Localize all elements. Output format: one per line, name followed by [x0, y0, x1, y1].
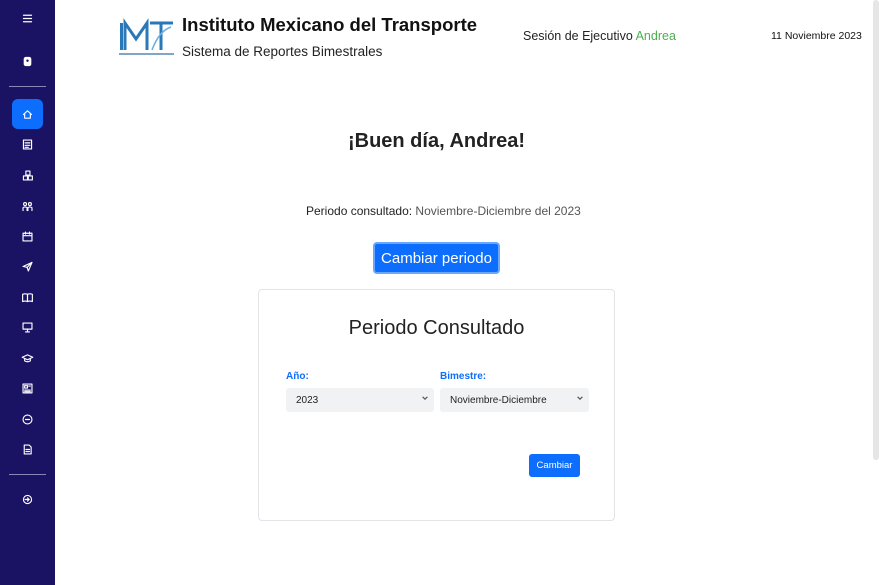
badge-icon[interactable] [12, 48, 43, 74]
current-date: 11 Noviembre 2023 [771, 30, 862, 42]
logout-icon[interactable] [12, 486, 43, 512]
session-user: Andrea [635, 29, 676, 43]
presentation-icon[interactable] [12, 314, 43, 340]
home-icon[interactable] [12, 99, 43, 129]
period-card: Periodo Consultado Año: 2023 Bimestre: N… [258, 289, 615, 521]
change-period-button[interactable]: Cambiar periodo [373, 242, 500, 274]
greeting-text: ¡Buen día, Andrea! [347, 130, 526, 152]
period-value: Noviembre-Diciembre del 2023 [415, 204, 581, 218]
year-label: Año: [286, 371, 309, 382]
system-subtitle: Sistema de Reportes Bimestrales [182, 44, 383, 59]
calendar-icon[interactable] [12, 223, 43, 249]
sidebar [0, 0, 55, 585]
year-select-value: 2023 [296, 394, 319, 406]
newspaper-icon[interactable] [12, 375, 43, 401]
imt-logo [119, 17, 174, 57]
document-icon[interactable] [12, 436, 43, 462]
bimester-select-value: Noviembre-Diciembre [450, 394, 547, 406]
session-label: Sesión de Ejecutivo [523, 29, 633, 43]
menu-icon[interactable] [12, 5, 43, 31]
bimester-label: Bimestre: [440, 371, 487, 382]
session-info: Sesión de Ejecutivo Andrea [523, 29, 676, 43]
sidebar-divider [9, 474, 46, 475]
page-scrollbar[interactable] [873, 0, 879, 460]
submit-change-button[interactable]: Cambiar [529, 454, 580, 477]
chevron-down-icon [576, 394, 586, 404]
send-icon[interactable] [12, 253, 43, 279]
book-icon[interactable] [12, 284, 43, 310]
boxes-icon[interactable] [12, 162, 43, 188]
minus-circle-icon[interactable] [12, 406, 43, 432]
card-title: Periodo Consultado [348, 317, 525, 339]
period-label: Periodo consultado: [306, 204, 413, 218]
bimester-select[interactable]: Noviembre-Diciembre [440, 388, 589, 412]
people-icon[interactable] [12, 193, 43, 219]
current-period: Periodo consultado: Noviembre-Diciembre … [306, 204, 581, 218]
year-select[interactable]: 2023 [286, 388, 434, 412]
sidebar-divider [9, 86, 46, 87]
institute-title: Instituto Mexicano del Transporte [182, 14, 478, 35]
chevron-down-icon [421, 394, 431, 404]
graduation-icon[interactable] [12, 345, 43, 371]
greeting-heading: ¡Buen día, Andrea! [0, 130, 879, 153]
